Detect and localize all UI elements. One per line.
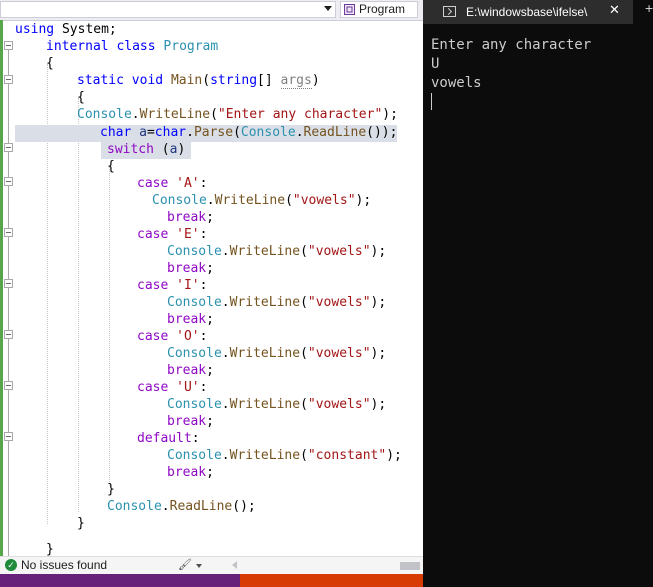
close-icon[interactable]: ✕ xyxy=(609,2,620,18)
code-line: case 'I': xyxy=(137,278,208,293)
code-line: char a=char.Parse(Console.ReadLine()); xyxy=(100,125,398,140)
code-line: Console.WriteLine("constant"); xyxy=(167,448,402,463)
code-line: Console.WriteLine("vowels"); xyxy=(167,295,387,310)
code-line: { xyxy=(46,56,54,71)
code-line: } xyxy=(107,482,115,497)
collapse-icon[interactable] xyxy=(4,177,13,186)
code-line: case 'E': xyxy=(137,227,208,242)
chevron-down-icon xyxy=(324,6,332,11)
console-output-line: vowels xyxy=(431,75,482,91)
status-text[interactable]: No issues found xyxy=(21,558,107,572)
new-tab-button[interactable]: + xyxy=(645,0,653,16)
indent-guide xyxy=(109,166,110,486)
code-line: break; xyxy=(167,261,214,276)
code-line: Console.ReadLine(); xyxy=(107,499,256,514)
collapse-icon[interactable] xyxy=(4,75,13,84)
console-output-line: U xyxy=(431,56,440,72)
check-circle-icon: ✓ xyxy=(5,559,17,571)
horizontal-scrollbar[interactable] xyxy=(400,562,420,570)
code-line: break; xyxy=(167,363,214,378)
chevron-down-icon[interactable] xyxy=(196,564,202,568)
brush-icon[interactable]: 🖌 xyxy=(178,558,192,571)
scroll-left-icon[interactable] xyxy=(232,561,237,569)
code-editor[interactable]: Program using System; internal class Pro… xyxy=(0,0,423,587)
collapse-icon[interactable] xyxy=(4,228,13,237)
collapse-icon[interactable] xyxy=(4,41,13,50)
console-title: E:\windowsbase\ifelse\ xyxy=(466,5,588,19)
code-line: case 'U': xyxy=(137,380,208,395)
code-line: using System; xyxy=(15,22,117,37)
member-dropdown[interactable] xyxy=(0,1,336,18)
text-cursor xyxy=(431,93,432,110)
code-line: static void Main(string[] args) xyxy=(77,73,320,89)
code-line: Console.WriteLine("vowels"); xyxy=(167,397,387,412)
outline-line xyxy=(8,48,9,558)
collapse-icon[interactable] xyxy=(4,381,13,390)
navigation-bar: Program xyxy=(0,0,423,21)
console-output-line: Enter any character xyxy=(431,37,592,53)
collapse-icon[interactable] xyxy=(4,279,13,288)
collapse-icon[interactable] xyxy=(4,143,13,152)
code-line: internal class Program xyxy=(46,39,219,54)
code-line: } xyxy=(46,543,54,556)
change-indicator xyxy=(0,20,3,558)
code-line: Console.WriteLine("vowels"); xyxy=(152,193,372,208)
code-line: default: xyxy=(137,431,200,446)
code-line: { xyxy=(107,159,115,174)
taskbar-strip xyxy=(0,574,423,587)
code-line: switch (a) xyxy=(107,142,186,157)
code-line: break; xyxy=(167,210,214,225)
class-icon xyxy=(344,4,355,15)
code-line: break; xyxy=(167,312,214,327)
indent-guide xyxy=(78,98,79,512)
code-line: Console.WriteLine("Enter any character")… xyxy=(77,107,398,122)
code-line: { xyxy=(77,90,85,105)
console-tab[interactable]: E:\windowsbase\ifelse\ ✕ xyxy=(423,0,633,24)
code-line: } xyxy=(77,516,85,531)
code-line: Console.WriteLine("vowels"); xyxy=(167,244,387,259)
code-line: case 'O': xyxy=(137,329,208,344)
status-bar: ✓ No issues found 🖌 xyxy=(0,556,423,574)
code-line: case 'A': xyxy=(137,176,208,191)
code-line: break; xyxy=(167,414,214,429)
code-line: Console.WriteLine("vowels"); xyxy=(167,346,387,361)
terminal-icon xyxy=(443,6,456,17)
class-dropdown[interactable]: Program xyxy=(340,1,418,18)
console-window[interactable]: E:\windowsbase\ifelse\ ✕ + Enter any cha… xyxy=(423,0,653,587)
collapse-icon[interactable] xyxy=(4,432,13,441)
collapse-icon[interactable] xyxy=(4,330,13,339)
class-dropdown-label: Program xyxy=(359,2,406,16)
code-line: break; xyxy=(167,465,214,480)
